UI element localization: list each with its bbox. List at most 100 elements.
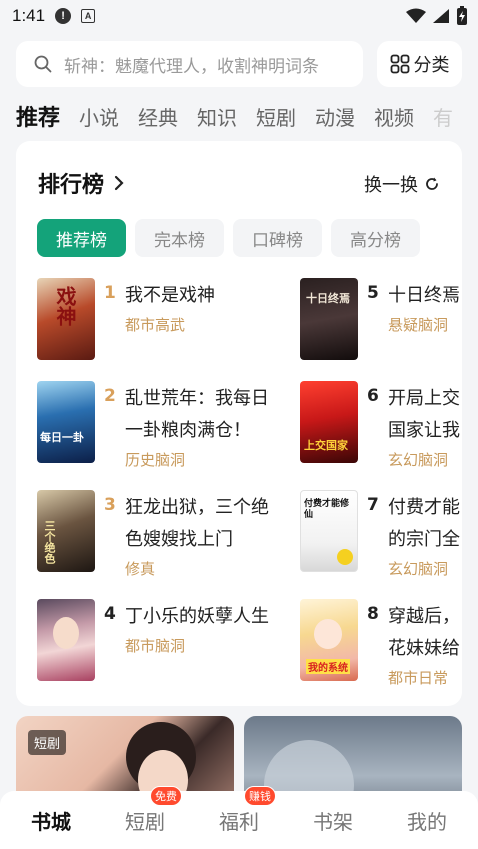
ranking-filters: 推荐榜 完本榜 口碑榜 高分榜 [37,219,420,257]
tab-anime[interactable]: 动漫 [315,102,355,131]
book-item[interactable]: 戏神 1 我不是戏神 都市高武 [37,278,277,362]
free-badge: 免费 [150,785,182,806]
rank-number: 2 [104,386,116,406]
book-item[interactable]: 付费才能修仙 7 付费才能 的宗门全 玄幻脑洞 [300,490,462,578]
nav-bookstore-label: 书城 [31,809,71,834]
cover-text: 我的系统 [306,659,350,674]
cover-face [314,619,342,649]
ranking-title: 排行榜 [38,173,105,198]
book-title: 付费才能 [388,497,460,518]
tab-recommend[interactable]: 推荐 [16,100,60,132]
book-cover: 十日终焉 [300,278,358,360]
book-cover: 上交国家 [300,381,358,463]
filter-high-score[interactable]: 高分榜 [331,219,420,257]
ranking-header[interactable]: 排行榜 [38,167,124,199]
content-tabs: 推荐 小说 经典 知识 短剧 动漫 视频 有 [16,98,472,134]
book-genre: 玄幻脑洞 [388,451,449,469]
filter-completed[interactable]: 完本榜 [135,219,224,257]
book-item[interactable]: 上交国家 6 开局上交 国家让我 玄幻脑洞 [300,381,462,469]
tab-video[interactable]: 视频 [374,102,414,131]
book-genre: 修真 [125,560,156,578]
cover-sticker [337,549,353,565]
cover-face [53,617,79,649]
tab-short-drama[interactable]: 短剧 [256,102,296,131]
book-genre: 都市日常 [388,669,449,687]
rank-number: 7 [367,495,379,515]
ranking-card: 排行榜 换一换 推荐榜 完本榜 口碑榜 高分榜 戏神 1 我不是戏神 都市高武 … [16,141,462,706]
book-item[interactable]: 4 丁小乐的妖孽人生 都市脑洞 [37,599,277,683]
battery-icon [457,6,467,25]
nav-profile-label: 我的 [407,809,447,834]
category-button[interactable]: 分类 [377,41,462,87]
status-right [406,6,468,26]
book-title: 穿越后， [388,606,460,627]
rank-number: 8 [367,604,379,624]
book-cover: 我的系统 [300,599,358,681]
nav-bookshelf-label: 书架 [313,809,353,834]
nav-short-drama[interactable]: 短剧 免费 [100,785,190,835]
book-title-line2: 花妹妹给 [388,638,460,659]
book-title-line2: 的宗门全 [388,529,460,550]
tab-novel[interactable]: 小说 [79,102,119,131]
search-input[interactable]: 斩神：魅魔代理人，收割神明词条 [64,52,354,77]
chevron-right-icon [114,175,124,191]
nav-short-drama-label: 短剧 [125,809,165,834]
status-time: 1:41 [12,6,46,25]
tab-classic[interactable]: 经典 [138,102,178,131]
rank-number: 3 [104,495,116,515]
book-title: 开局上交 [388,388,460,409]
filter-recommend[interactable]: 推荐榜 [37,219,126,257]
bottom-nav: 书城 短剧 免费 福利 赚钱 书架 我的 [0,785,478,849]
book-genre: 玄幻脑洞 [388,560,449,578]
book-genre: 历史脑洞 [125,451,186,469]
book-title-line2: 色嫂嫂找上门 [125,529,233,550]
book-title: 狂龙出狱，三个绝 [125,497,269,518]
nav-profile[interactable]: 我的 [382,806,472,835]
search-icon [34,55,52,73]
refresh-label: 换一换 [364,175,418,196]
book-cover: 付费才能修仙 [300,490,358,572]
book-title: 乱世荒年：我每日 [125,388,269,409]
refresh-button[interactable]: 换一换 [364,171,440,197]
book-title-line2: 一卦粮肉满仓！ [125,420,251,441]
book-title-line2: 国家让我 [388,420,460,441]
grid-icon [390,54,409,74]
book-genre: 都市高武 [125,316,186,334]
cover-text: 三个绝色 [43,520,56,564]
cover-text: 付费才能修仙 [304,499,350,520]
tab-more[interactable]: 有 [433,102,453,131]
alert-icon: ! [55,8,72,24]
tab-knowledge[interactable]: 知识 [197,102,237,131]
book-genre: 都市脑洞 [125,637,186,655]
book-cover: 戏神 [37,278,95,360]
wifi-icon [406,8,426,23]
short-drama-badge: 短剧 [28,730,67,755]
book-cover [37,599,95,681]
book-cover: 三个绝色 [37,490,95,572]
book-genre: 悬疑脑洞 [388,316,449,334]
rank-number: 6 [367,386,379,406]
cover-text: 上交国家 [304,439,348,452]
book-title: 丁小乐的妖孽人生 [125,606,269,627]
book-item[interactable]: 三个绝色 3 狂龙出狱，三个绝 色嫂嫂找上门 修真 [37,490,277,578]
nav-rewards-label: 福利 [219,809,259,834]
cover-text: 每日一卦 [40,431,84,444]
nav-bookshelf[interactable]: 书架 [288,806,378,835]
category-label: 分类 [413,55,450,76]
status-bar: 1:41 ! A [0,0,478,32]
earn-badge: 赚钱 [244,785,276,806]
book-item[interactable]: 每日一卦 2 乱世荒年：我每日 一卦粮肉满仓！ 历史脑洞 [37,381,277,469]
book-item[interactable]: 十日终焉 5 十日终焉 悬疑脑洞 [300,278,462,362]
cover-text: 十日终焉 [306,292,350,305]
book-item[interactable]: 我的系统 8 穿越后， 花妹妹给 都市日常 [300,599,462,687]
filter-reputation[interactable]: 口碑榜 [233,219,322,257]
search-bar[interactable]: 斩神：魅魔代理人，收割神明词条 [16,41,363,87]
nav-rewards[interactable]: 福利 赚钱 [194,785,284,835]
rank-number: 5 [367,283,379,303]
nav-bookstore[interactable]: 书城 [6,806,96,835]
book-cover: 每日一卦 [37,381,95,463]
refresh-icon [426,177,438,190]
rank-number: 1 [104,283,116,303]
signal-icon [433,9,449,23]
rank-number: 4 [104,604,116,624]
